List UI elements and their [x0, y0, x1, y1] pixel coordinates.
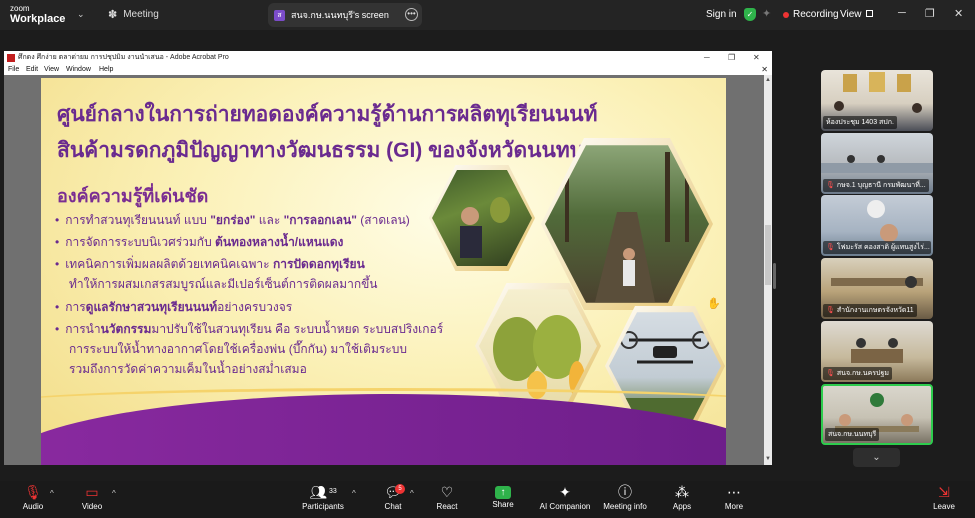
bullet-item: การนำนวัตกรรมมาปรับใช้ในสวนทุเรียน คือ ร… — [55, 320, 443, 339]
ai-companion-button[interactable]: ✦ AI Companion — [537, 481, 593, 518]
ai-sparkle-icon: ✦ — [559, 484, 571, 500]
participant-tile[interactable]: ห้องประชุม 1403 สปก. — [821, 70, 933, 131]
leave-icon: ⇲ — [938, 484, 950, 500]
menu-edit[interactable]: Edit — [26, 64, 38, 75]
chevron-down-icon[interactable]: ⌄ — [77, 9, 85, 20]
zoom-logo-small: zoom — [10, 4, 30, 13]
menu-file[interactable]: File — [8, 64, 19, 75]
slide-title-line-2: สินค้ามรดกภูมิปัญญาทางวัฒนธรรม (GI) ของจ… — [57, 139, 595, 162]
heart-icon: ♡ — [440, 484, 454, 500]
share-button[interactable]: ↑ Share — [488, 481, 518, 518]
video-options-caret-icon[interactable]: ^ — [112, 489, 116, 498]
participants-button[interactable]: 👥︎ 33 Participants — [300, 481, 346, 518]
acrobat-minimize-icon[interactable]: ─ — [704, 51, 710, 64]
more-options-icon[interactable]: ••• — [405, 8, 418, 21]
participant-name: 🎙︎ สำนักงานเกษตรจังหวัด11 — [823, 304, 917, 317]
muted-mic-icon: 🎙︎ — [826, 244, 835, 251]
react-button[interactable]: ♡ React — [432, 481, 462, 518]
menu-help[interactable]: Help — [99, 64, 113, 75]
muted-mic-icon: 🎙︎ — [826, 370, 835, 377]
participant-name: ห้องประชุม 1403 สปก. — [823, 116, 897, 129]
more-icon: ⋯ — [727, 484, 741, 500]
grid-view-icon — [865, 10, 873, 17]
acrobat-restore-icon[interactable]: ❐ — [728, 51, 735, 64]
info-icon: ⓘ — [618, 484, 632, 500]
participant-name: 🎙︎ สนจ.กษ.นครปฐม — [823, 367, 892, 380]
menu-view[interactable]: View — [44, 64, 59, 75]
meeting-toolbar: 🎙︎ Audio ^ ▭ Video ^ 👥︎ 33 Participants ^… — [0, 481, 975, 518]
chat-unread-badge: 5 — [395, 484, 405, 494]
ai-sparkle-icon[interactable]: ✦ — [762, 7, 771, 20]
chevron-down-icon: ⌄ — [872, 452, 881, 463]
bullet-item: การทำสวนทุเรียนนนท์ แบบ "ยกร่อง" และ "กา… — [55, 211, 410, 230]
participant-tile[interactable]: 🎙︎ โฟมะรัส คองสาดิ ผู้แทนสูงไร่... — [821, 195, 933, 256]
share-title: สนจ.กษ.นนทบุรี's screen — [291, 10, 389, 20]
share-screen-icon: ↑ — [495, 486, 511, 499]
participants-icon: 👥︎ 33 — [309, 484, 337, 500]
view-label: View — [840, 9, 862, 20]
chat-caret-icon[interactable]: ^ — [410, 489, 414, 498]
participant-tile-active-speaker[interactable]: สนจ.กษ.นนทบุรี — [821, 384, 933, 445]
vertical-scrollbar[interactable]: ▲ ▼ — [764, 75, 772, 465]
restore-icon[interactable]: ❐ — [925, 7, 935, 20]
bullet-continuation: ทำให้การผสมเกสรสมบูรณ์และมีเปอร์เซ็นต์กา… — [69, 277, 378, 291]
participant-tile[interactable]: 🎙︎ สำนักงานเกษตรจังหวัด11 — [821, 258, 933, 319]
participant-name: สนจ.กษ.นนทบุรี — [825, 428, 880, 441]
participant-tile[interactable]: 🎙︎ กษจ.1 บุญธานี กรมพัฒนาที่... — [821, 133, 933, 194]
sign-in-button[interactable]: Sign in — [706, 9, 737, 20]
hand-cursor-icon: ✋ — [707, 298, 721, 310]
scroll-up-icon[interactable]: ▲ — [764, 77, 772, 83]
bullet-continuation: การระบบให้น้ำทางอากาศโดยใช้เครื่องพ่น (บ… — [69, 342, 407, 356]
bullet-item: เทคนิคการเพิ่มผลผลิตด้วยเทคนิคเฉพาะ การป… — [55, 255, 365, 274]
acrobat-title: ศึกดง ศึกง่าย ตลาด่ายม การปชุปมิม งานนำเ… — [18, 54, 229, 61]
muted-mic-icon: 🎙︎ — [826, 307, 835, 314]
scroll-thumb[interactable] — [765, 225, 771, 285]
participant-tile[interactable]: 🎙︎ สนจ.กษ.นครปฐม — [821, 321, 933, 382]
recording-label: Recording — [793, 9, 839, 20]
acrobat-close-icon[interactable]: ✕ — [753, 51, 760, 64]
apps-button[interactable]: ⁂ Apps — [668, 481, 696, 518]
menu-window[interactable]: Window — [66, 64, 91, 75]
security-shield-icon[interactable]: ✓ — [744, 8, 756, 21]
screen-share-indicator[interactable]: ส สนจ.กษ.นนทบุรี's screen ••• — [268, 3, 422, 27]
top-bar: zoom Workplace ⌄ ✽ Meeting ส สนจ.กษ.นนทบ… — [0, 0, 975, 30]
recording-dot-icon — [783, 11, 789, 18]
meeting-info-button[interactable]: ⓘ Meeting info — [600, 481, 650, 518]
presentation-slide: ศูนย์กลางในการถ่ายทอดองค์ความรู้ด้านการผ… — [41, 78, 726, 465]
acrobat-menu-bar: File Edit View Window Help ✕ — [4, 64, 772, 75]
pdf-icon — [7, 54, 15, 62]
acrobat-title-bar: ศึกดง ศึกง่าย ตลาด่ายม การปชุปมิม งานนำเ… — [4, 51, 772, 64]
sharer-avatar: ส — [274, 9, 285, 21]
recording-indicator[interactable]: Recording — [783, 9, 839, 20]
view-button[interactable]: View — [840, 9, 873, 20]
paw-icon: ✽ — [108, 9, 118, 21]
panel-resize-handle[interactable] — [773, 263, 776, 289]
participants-caret-icon[interactable]: ^ — [352, 489, 356, 498]
slide-subtitle: องค์ความรู้ที่เด่นชัด — [57, 186, 209, 206]
muted-mic-icon: 🎙︎ — [826, 182, 835, 189]
document-close-icon[interactable]: ✕ — [761, 64, 768, 75]
meeting-label: Meeting — [123, 9, 159, 20]
bullet-continuation: รวมถึงการวัดค่าความเค็มในน้ำอย่างสม่ำเสม… — [69, 362, 307, 376]
audio-options-caret-icon[interactable]: ^ — [50, 489, 54, 498]
meeting-menu-button[interactable]: ✽ Meeting — [108, 8, 159, 21]
minimize-icon[interactable]: ─ — [898, 7, 906, 19]
video-button[interactable]: ▭ Video — [76, 481, 108, 518]
bullet-item: การจัดการระบบนิเวศร่วมกับ ต้นทองหลางน้ำ/… — [55, 233, 343, 252]
participant-name: 🎙︎ กษจ.1 บุญธานี กรมพัฒนาที่... — [823, 179, 929, 192]
slide-title-line-1: ศูนย์กลางในการถ่ายทอดองค์ความรู้ด้านการผ… — [57, 103, 598, 126]
audio-button[interactable]: 🎙︎ Audio — [18, 481, 48, 518]
leave-button[interactable]: ⇲ Leave — [929, 481, 959, 518]
participant-name: 🎙︎ โฟมะรัส คองสาดิ ผู้แทนสูงไร่... — [823, 241, 931, 254]
scroll-down-icon[interactable]: ▼ — [764, 456, 772, 462]
scroll-participants-down-button[interactable]: ⌄ — [853, 448, 900, 467]
apps-icon: ⁂ — [675, 484, 689, 500]
zoom-workplace-logo: Workplace — [10, 13, 66, 25]
muted-microphone-icon: 🎙︎ — [24, 484, 42, 500]
acrobat-window: ศึกดง ศึกง่าย ตลาด่ายม การปชุปมิม งานนำเ… — [4, 51, 772, 465]
video-off-icon: ▭ — [85, 484, 99, 500]
more-button[interactable]: ⋯ More — [719, 481, 749, 518]
close-icon[interactable]: ✕ — [954, 7, 963, 20]
bullet-item: การดูแลรักษาสวนทุเรียนนนท์อย่างครบวงจร — [55, 298, 292, 317]
